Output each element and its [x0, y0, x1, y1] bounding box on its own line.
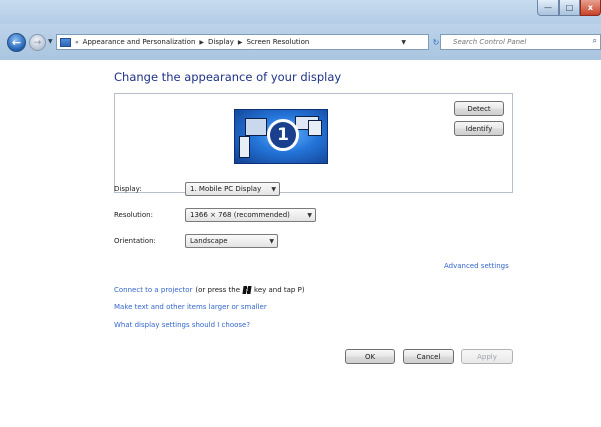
display-select-value: 1. Mobile PC Display: [190, 185, 262, 193]
chevron-down-icon: ▼: [271, 186, 276, 193]
text-size-link[interactable]: Make text and other items larger or smal…: [114, 303, 267, 311]
apply-button[interactable]: Apply: [461, 349, 513, 364]
chevron-right-icon[interactable]: ▶: [199, 39, 204, 46]
orientation-select[interactable]: Landscape ▼: [185, 234, 278, 248]
cancel-button[interactable]: Cancel: [403, 349, 454, 364]
monitor-number-badge: 1: [267, 119, 299, 151]
wallpaper-shape: [308, 120, 322, 136]
orientation-label: Orientation:: [114, 237, 156, 245]
chevron-right-icon[interactable]: ▶: [238, 39, 243, 46]
forward-arrow-icon[interactable]: →: [29, 34, 46, 51]
control-panel-icon: [60, 37, 71, 47]
address-bar[interactable]: « Appearance and Personalization ▶ Displ…: [56, 34, 429, 50]
search-input[interactable]: [441, 35, 581, 49]
close-button[interactable]: x: [580, 0, 601, 16]
breadcrumb-display[interactable]: Display: [208, 38, 234, 46]
display-select[interactable]: 1. Mobile PC Display ▼: [185, 182, 280, 196]
resolution-label: Resolution:: [114, 211, 153, 219]
wallpaper-shape: [239, 136, 250, 158]
control-panel-window: — □ x ← → ▼ « Appearance and Personaliza…: [0, 0, 601, 427]
search-icon[interactable]: ⌕: [593, 36, 597, 46]
display-settings-help-link[interactable]: What display settings should I choose?: [114, 321, 250, 329]
breadcrumb-overflow[interactable]: «: [75, 39, 79, 46]
detect-button[interactable]: Detect: [454, 101, 504, 116]
back-arrow-icon[interactable]: ←: [7, 33, 26, 52]
advanced-settings-link[interactable]: Advanced settings: [444, 262, 509, 270]
address-dropdown-icon[interactable]: ▼: [401, 39, 406, 46]
maximize-button[interactable]: □: [559, 0, 580, 16]
projector-hint-text: (or press the: [195, 286, 241, 294]
page-title: Change the appearance of your display: [114, 70, 342, 84]
resolution-select-value: 1366 × 768 (recommended): [190, 211, 290, 219]
resolution-select[interactable]: 1366 × 768 (recommended) ▼: [185, 208, 316, 222]
projector-row: Connect to a projector (or press the key…: [114, 286, 305, 294]
chevron-down-icon: ▼: [269, 238, 274, 245]
title-bar[interactable]: — □ x: [0, 0, 601, 24]
windows-logo-icon: [242, 286, 252, 294]
content-area: Change the appearance of your display 1 …: [0, 60, 601, 427]
minimize-button[interactable]: —: [537, 0, 559, 16]
connect-projector-link[interactable]: Connect to a projector: [114, 286, 192, 294]
breadcrumb-screen-resolution[interactable]: Screen Resolution: [246, 38, 309, 46]
search-box[interactable]: ⌕: [440, 34, 601, 50]
orientation-select-value: Landscape: [190, 237, 228, 245]
display-label: Display:: [114, 185, 142, 193]
ok-button[interactable]: OK: [345, 349, 395, 364]
monitor-1[interactable]: 1: [234, 109, 328, 164]
breadcrumb-appearance[interactable]: Appearance and Personalization: [83, 38, 196, 46]
projector-hint-text: key and tap P): [254, 286, 305, 294]
display-arrangement-panel: 1 Detect Identify: [114, 93, 513, 193]
chevron-down-icon: ▼: [307, 212, 312, 219]
navigation-bar: ← → ▼ « Appearance and Personalization ▶…: [0, 24, 601, 60]
recent-pages-dropdown-icon[interactable]: ▼: [48, 38, 53, 45]
identify-button[interactable]: Identify: [454, 121, 504, 136]
wallpaper-shape: [245, 118, 267, 136]
